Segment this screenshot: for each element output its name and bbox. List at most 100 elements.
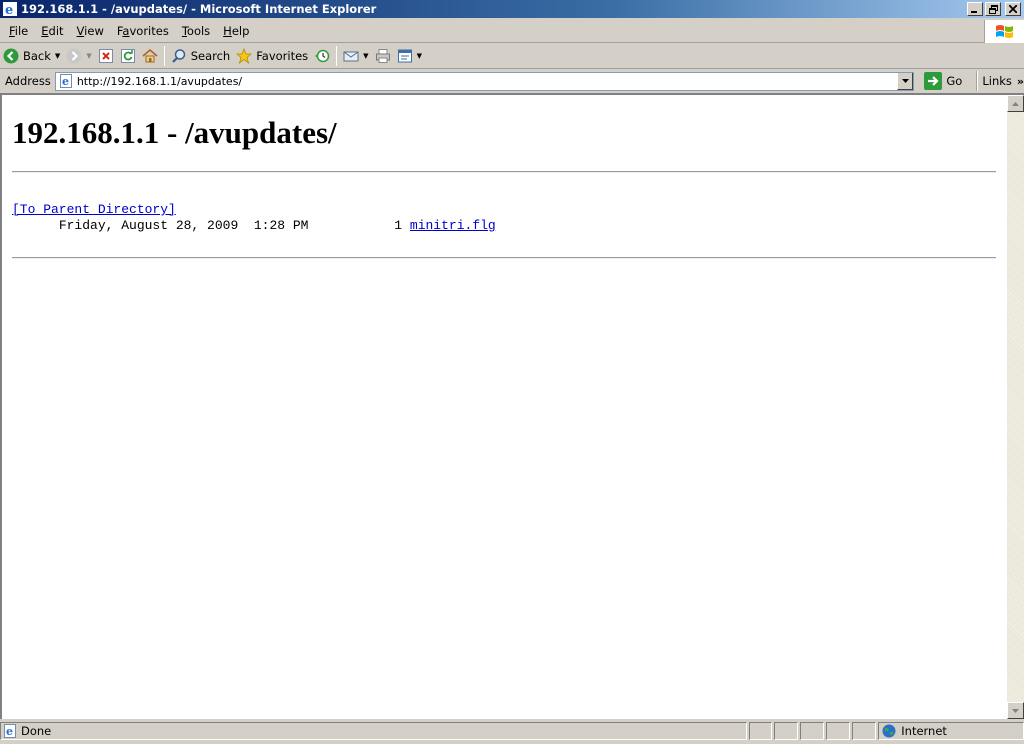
status-text-pane: e Done [0, 722, 747, 740]
zone-label: Internet [901, 724, 947, 738]
globe-icon [882, 724, 896, 738]
menu-view[interactable]: View [71, 24, 110, 38]
parent-directory-link[interactable]: [To Parent Directory] [12, 202, 176, 217]
ie-icon: e [3, 2, 17, 16]
address-bar: Address e Go Links » [0, 70, 1024, 92]
status-bar: e Done Internet [0, 721, 1024, 741]
close-icon [1009, 5, 1017, 13]
address-dropdown-button[interactable] [897, 72, 914, 90]
forward-arrow-icon [66, 48, 82, 64]
menu-help[interactable]: Help [217, 24, 255, 38]
svg-text:e: e [5, 3, 13, 16]
go-arrow-icon [924, 72, 943, 90]
refresh-icon [120, 49, 135, 63]
history-icon [315, 49, 330, 63]
windows-logo [984, 20, 1024, 43]
print-button[interactable] [372, 45, 394, 67]
menu-file[interactable]: File [3, 24, 34, 38]
menu-file-label: ile [14, 24, 29, 38]
menu-view-label: iew [84, 24, 104, 38]
back-label: Back [23, 49, 51, 63]
minimize-icon [971, 11, 977, 13]
vertical-scrollbar[interactable] [1007, 95, 1024, 719]
links-button[interactable]: Links [982, 74, 1012, 88]
content-frame: 192.168.1.1 - /avupdates/ [To Parent Dir… [0, 93, 1024, 719]
restore-icon [988, 4, 998, 14]
menu-tools-label: ools [186, 24, 211, 38]
menu-tools[interactable]: Tools [176, 24, 216, 38]
entry-file-link[interactable]: minitri.flg [410, 218, 496, 233]
window-title: 192.168.1.1 - /avupdates/ - Microsoft In… [21, 2, 377, 16]
menu-favorites-label: vorites [129, 24, 169, 38]
edit-button[interactable]: ▼ [394, 45, 425, 67]
status-pane [800, 722, 825, 740]
edit-page-icon [397, 49, 412, 63]
home-button[interactable] [139, 45, 161, 67]
security-zone[interactable]: Internet [878, 722, 1024, 740]
page-icon: e [59, 74, 72, 88]
go-label: Go [946, 74, 963, 88]
mail-dropdown-icon[interactable]: ▼ [363, 52, 368, 60]
chevron-down-icon [901, 78, 909, 83]
mail-icon [343, 51, 359, 62]
search-label: Search [190, 49, 231, 63]
entry-row: Friday, August 28, 2009 1:28 PM 1 minitr… [12, 218, 496, 233]
directory-listing: [To Parent Directory] Friday, August 28,… [12, 202, 496, 234]
svg-text:e: e [6, 725, 13, 738]
scroll-up-button[interactable] [1007, 95, 1024, 112]
stop-icon [98, 49, 113, 63]
mail-button[interactable]: ▼ [340, 45, 371, 67]
search-icon [171, 49, 185, 63]
edit-dropdown-icon[interactable]: ▼ [417, 52, 422, 60]
menu-bar: File Edit View Favorites Tools Help [0, 20, 1024, 43]
address-label: Address [5, 74, 51, 88]
star-icon [236, 48, 253, 64]
address-field-container[interactable]: e [54, 71, 915, 91]
stop-button[interactable] [95, 45, 117, 67]
top-rule [12, 171, 996, 173]
arrow-down-icon [1012, 708, 1019, 713]
back-dropdown-icon[interactable]: ▼ [55, 52, 60, 60]
entry-size: 1 [394, 218, 403, 233]
restore-button[interactable] [985, 2, 1001, 16]
page-done-icon: e [4, 724, 16, 738]
menu-edit[interactable]: Edit [35, 24, 69, 38]
menu-favorites[interactable]: Favorites [111, 24, 175, 38]
bottom-rule [12, 257, 996, 259]
title-bar[interactable]: e 192.168.1.1 - /avupdates/ - Microsoft … [0, 0, 1024, 18]
forward-button[interactable]: ▼ [63, 45, 94, 67]
standard-toolbar: Back ▼ ▼ Search Favorites ▼ ▼ [0, 44, 1024, 69]
minimize-button[interactable] [967, 2, 983, 16]
menu-help-accel: H [223, 24, 232, 38]
status-text: Done [21, 724, 52, 738]
menu-edit-accel: E [41, 24, 49, 38]
back-button[interactable]: Back ▼ [0, 45, 63, 67]
close-button[interactable] [1005, 2, 1021, 16]
status-pane [774, 722, 799, 740]
svg-text:e: e [62, 75, 69, 88]
toolbar-separator [163, 46, 165, 66]
forward-dropdown-icon[interactable]: ▼ [86, 52, 91, 60]
search-button[interactable]: Search [168, 45, 234, 67]
printer-icon [375, 49, 390, 63]
home-icon [142, 48, 158, 63]
windows-flag-icon [995, 24, 1013, 38]
status-pane [748, 722, 773, 740]
favorites-button[interactable]: Favorites [233, 45, 311, 67]
toolbar-separator [336, 46, 338, 66]
menu-help-label: elp [231, 24, 250, 38]
go-button[interactable]: Go [920, 72, 966, 90]
history-button[interactable] [311, 45, 333, 67]
address-input[interactable] [76, 74, 897, 88]
links-separator [976, 71, 979, 91]
status-pane [852, 722, 877, 740]
refresh-button[interactable] [117, 45, 139, 67]
page-heading: 192.168.1.1 - /avupdates/ [12, 115, 337, 150]
arrow-up-icon [1012, 101, 1019, 106]
links-chevron-icon[interactable]: » [1017, 75, 1024, 88]
entry-date: Friday, August 28, 2009 1:28 PM [58, 218, 309, 233]
page-content: 192.168.1.1 - /avupdates/ [To Parent Dir… [2, 95, 1006, 719]
back-arrow-icon [3, 48, 19, 64]
scroll-down-button[interactable] [1007, 702, 1024, 719]
favorites-label: Favorites [256, 49, 309, 63]
